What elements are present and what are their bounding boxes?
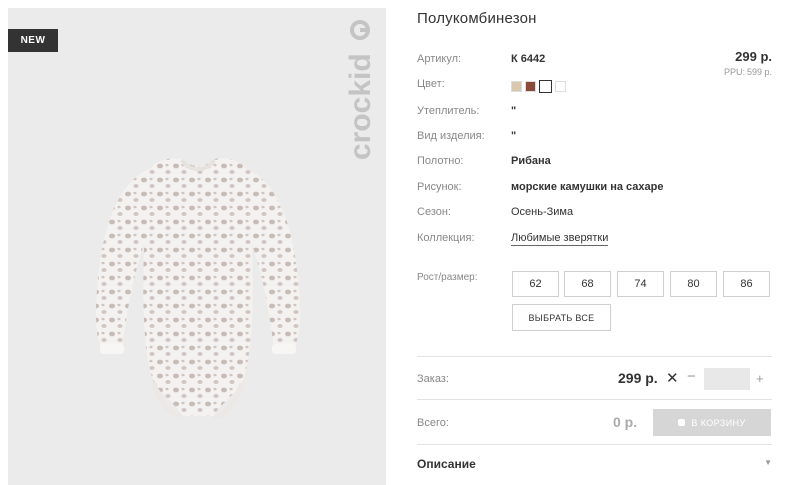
divider — [417, 356, 772, 357]
order-price: 299 р. — [618, 370, 658, 386]
sizes-label: Рост/размер: — [417, 272, 478, 283]
size-button-68[interactable]: 68 — [564, 271, 611, 297]
divider — [417, 444, 772, 445]
total-value: 0 р. — [613, 414, 638, 430]
attr-label: Артикул: — [417, 53, 462, 65]
attr-label: Цвет: — [417, 78, 445, 90]
product-price: 299 р. — [735, 49, 772, 64]
color-swatch-white-selected[interactable] — [539, 80, 552, 93]
attr-fabric-row: Полотно: Рибана — [417, 155, 772, 171]
attr-value: морские камушки на сахаре — [511, 181, 664, 193]
description-toggle[interactable]: Описание — [417, 457, 476, 471]
ppu-label: PPU: — [723, 67, 745, 77]
attr-season-row: Сезон: Осень-Зима — [417, 206, 772, 222]
cart-icon — [678, 419, 686, 426]
divider — [417, 399, 772, 400]
brand-logo-text: crockid — [344, 53, 377, 160]
ppu-value: 599 р. — [746, 67, 772, 77]
total-label: Всего: — [417, 417, 449, 429]
color-swatches — [511, 80, 566, 93]
add-to-cart-label: В КОРЗИНУ — [691, 417, 746, 428]
product-title: Полукомбинезон — [417, 10, 537, 27]
quantity-input[interactable] — [704, 368, 750, 390]
attr-label: Сезон: — [417, 206, 451, 218]
product-details: Полукомбинезон Артикул: К 6442 299 р. PP… — [417, 0, 772, 485]
attr-insulation-row: Утеплитель: " — [417, 105, 772, 121]
brand-logo: crockid — [344, 20, 377, 160]
size-button-86[interactable]: 86 — [723, 271, 770, 297]
attr-article-row: Артикул: К 6442 — [417, 53, 772, 69]
product-image[interactable]: NEW crockid — [8, 8, 386, 485]
attr-value: " — [511, 105, 517, 117]
attr-label: Коллекция: — [417, 232, 475, 244]
attr-print-row: Рисунок: морские камушки на сахаре — [417, 181, 772, 197]
color-swatch-beige[interactable] — [511, 81, 522, 92]
add-to-cart-button[interactable]: В КОРЗИНУ — [653, 409, 771, 436]
attr-value: Рибана — [511, 155, 551, 167]
size-button-74[interactable]: 74 — [617, 271, 664, 297]
attr-label: Утеплитель: — [417, 105, 480, 117]
size-button-80[interactable]: 80 — [670, 271, 717, 297]
attr-color-row: Цвет: — [417, 78, 772, 94]
new-badge: NEW — [8, 29, 58, 52]
attr-label: Вид изделия: — [417, 130, 485, 142]
attr-value: " — [511, 130, 517, 142]
attr-label: Полотно: — [417, 155, 464, 167]
attr-label: Рисунок: — [417, 181, 462, 193]
decrease-button[interactable]: − — [687, 368, 696, 385]
increase-button[interactable]: + — [756, 371, 764, 386]
attr-value: К 6442 — [511, 53, 546, 65]
attr-value: Осень-Зима — [511, 206, 574, 218]
color-swatch-brown[interactable] — [525, 81, 536, 92]
chevron-down-icon[interactable]: ▼ — [764, 458, 772, 467]
collection-link[interactable]: Любимые зверятки — [511, 232, 609, 246]
order-label: Заказ: — [417, 373, 449, 385]
multiply-icon: ✕ — [666, 370, 679, 387]
color-swatch-white[interactable] — [555, 81, 566, 92]
attr-collection-row: Коллекция: Любимые зверятки — [417, 232, 772, 248]
ppu-price: PPU: 599 р. — [722, 67, 772, 77]
select-all-button[interactable]: ВЫБРАТЬ ВСЕ — [512, 304, 611, 331]
bodysuit-image — [95, 158, 301, 419]
attr-type-row: Вид изделия: " — [417, 130, 772, 146]
size-button-62[interactable]: 62 — [512, 271, 559, 297]
